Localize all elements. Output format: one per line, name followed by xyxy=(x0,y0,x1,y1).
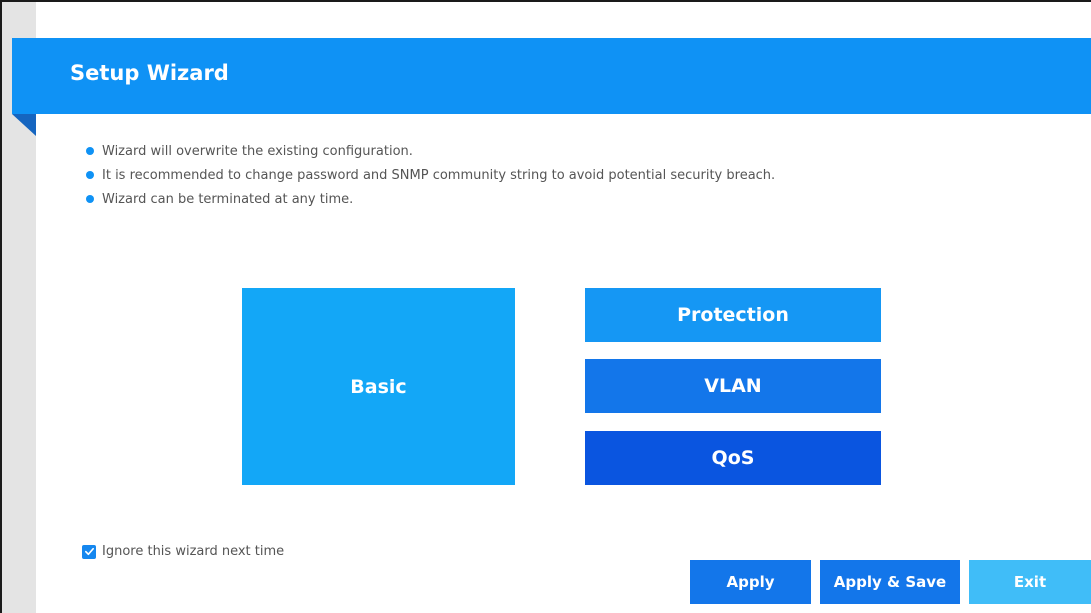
dot-icon xyxy=(86,147,94,155)
note-text: Wizard can be terminated at any time. xyxy=(102,192,354,207)
page-title: Setup Wizard xyxy=(70,61,229,85)
protection-tile-label: Protection xyxy=(677,304,789,326)
note-item: Wizard can be terminated at any time. xyxy=(86,191,775,215)
note-text: Wizard will overwrite the existing confi… xyxy=(102,144,413,159)
apply-save-button[interactable]: Apply & Save xyxy=(820,560,960,604)
basic-tile[interactable]: Basic xyxy=(242,288,515,485)
vlan-tile-label: VLAN xyxy=(704,375,762,397)
ignore-wizard-row: Ignore this wizard next time xyxy=(82,544,284,559)
vlan-tile[interactable]: VLAN xyxy=(585,359,881,413)
header-bar: Setup Wizard xyxy=(12,38,1091,114)
dot-icon xyxy=(86,171,94,179)
note-item: It is recommended to change password and… xyxy=(86,167,775,191)
header-fold-decoration xyxy=(12,114,36,136)
dot-icon xyxy=(86,195,94,203)
note-item: Wizard will overwrite the existing confi… xyxy=(86,143,775,167)
protection-tile[interactable]: Protection xyxy=(585,288,881,342)
qos-tile-label: QoS xyxy=(711,447,755,469)
apply-button[interactable]: Apply xyxy=(690,560,811,604)
ignore-wizard-label: Ignore this wizard next time xyxy=(102,544,285,559)
check-icon xyxy=(84,547,94,556)
basic-tile-label: Basic xyxy=(350,375,407,398)
exit-button[interactable]: Exit xyxy=(969,560,1091,604)
qos-tile[interactable]: QoS xyxy=(585,431,881,485)
ignore-wizard-checkbox[interactable] xyxy=(82,544,96,559)
note-text: It is recommended to change password and… xyxy=(102,168,776,183)
wizard-notes: Wizard will overwrite the existing confi… xyxy=(86,143,775,215)
